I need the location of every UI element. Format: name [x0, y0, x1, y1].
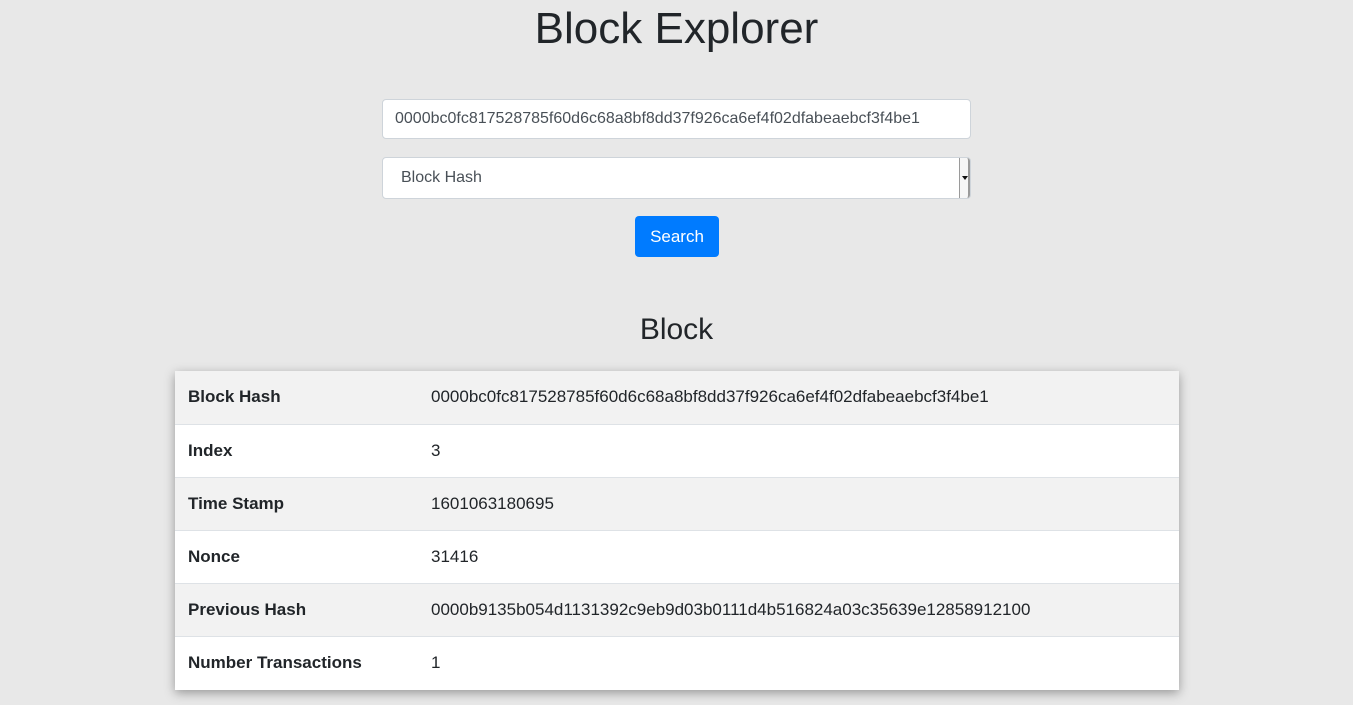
- row-label-previous-hash: Previous Hash: [188, 599, 307, 619]
- table-row: Block Hash 0000bc0fc817528785f60d6c68a8b…: [175, 371, 1179, 424]
- row-value-previous-hash: 0000b9135b054d1131392c9eb9d03b0111d4b516…: [431, 599, 1031, 619]
- row-value-nonce: 31416: [431, 546, 479, 566]
- block-details-table: Block Hash 0000bc0fc817528785f60d6c68a8b…: [175, 371, 1179, 689]
- row-value-block-hash: 0000bc0fc817528785f60d6c68a8bf8dd37f926c…: [431, 387, 989, 407]
- search-type-value: Block Hash: [401, 169, 482, 186]
- table-row: Index 3: [175, 424, 1179, 477]
- page-title: Block Explorer: [534, 4, 819, 53]
- row-label-number-transactions: Number Transactions: [188, 652, 362, 672]
- row-label-time-stamp: Time Stamp: [188, 493, 285, 513]
- row-label-index: Index: [188, 440, 233, 460]
- chevron-down-icon: [962, 176, 968, 180]
- select-dropdown-button[interactable]: [959, 158, 970, 198]
- search-button[interactable]: Search: [635, 216, 719, 257]
- row-label-block-hash: Block Hash: [188, 387, 281, 407]
- table-row: Number Transactions 1: [175, 636, 1179, 689]
- table-row: Time Stamp 1601063180695: [175, 477, 1179, 530]
- block-section-title: Block: [639, 313, 714, 346]
- table-row: Previous Hash 0000b9135b054d1131392c9eb9…: [175, 583, 1179, 636]
- row-value-time-stamp: 1601063180695: [431, 493, 554, 513]
- row-value-number-transactions: 1: [431, 652, 441, 672]
- row-value-index: 3: [431, 440, 441, 460]
- search-type-select[interactable]: Block Hash: [382, 157, 971, 199]
- row-label-nonce: Nonce: [188, 546, 240, 566]
- page: Block Explorer Block Hash Search Block B…: [0, 0, 1353, 705]
- block-details-card: Block Hash 0000bc0fc817528785f60d6c68a8b…: [175, 371, 1179, 690]
- search-input[interactable]: [382, 99, 971, 139]
- table-row: Nonce 31416: [175, 530, 1179, 583]
